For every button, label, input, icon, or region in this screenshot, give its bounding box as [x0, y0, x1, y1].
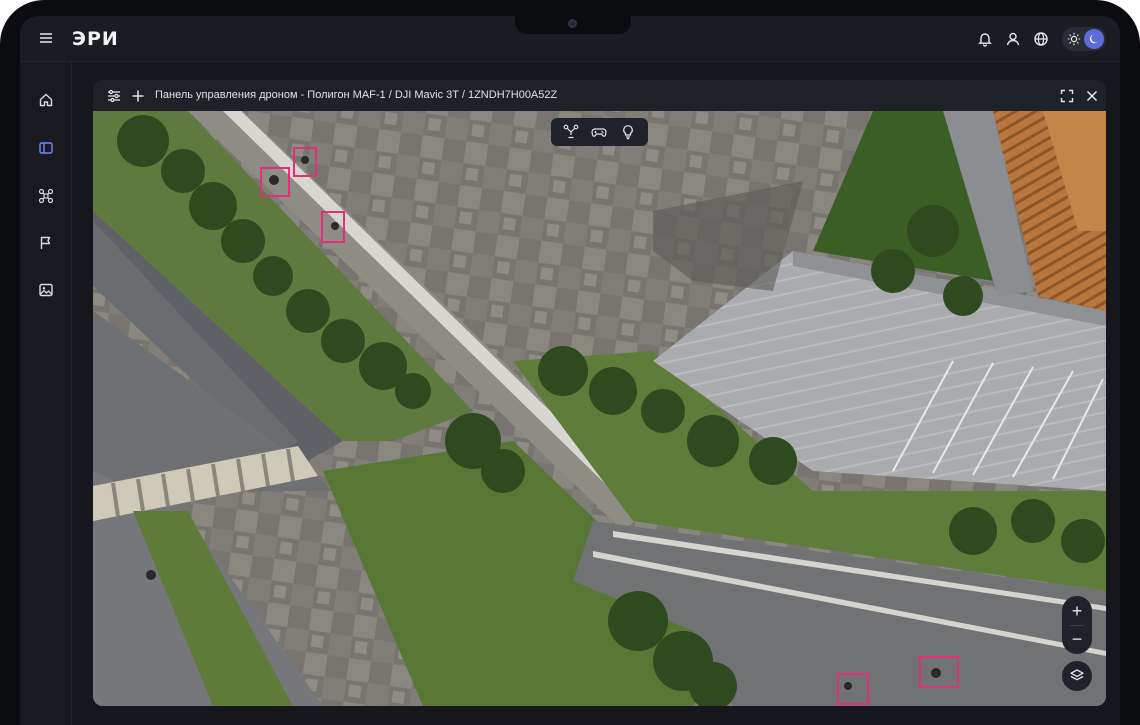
panel-title: Панель управления дроном - Полигон MAF-1…	[155, 89, 558, 101]
gamepad-icon[interactable]	[590, 123, 608, 141]
user-icon[interactable]	[1004, 30, 1022, 48]
detection-box[interactable]	[837, 673, 869, 705]
detection-box[interactable]	[293, 147, 317, 177]
settings-sliders-icon[interactable]	[106, 88, 122, 104]
image-icon[interactable]	[36, 280, 56, 300]
flag-icon[interactable]	[36, 233, 56, 253]
theme-toggle[interactable]	[1062, 27, 1106, 51]
panel-icon[interactable]	[36, 138, 56, 158]
home-icon[interactable]	[36, 90, 56, 110]
screen: ЭРИ Панель управления дроном - Полигон M…	[20, 16, 1120, 725]
bell-icon[interactable]	[976, 30, 994, 48]
map-toolbar	[551, 118, 648, 146]
drone-control-panel: Панель управления дроном - Полигон MAF-1…	[93, 80, 1106, 706]
app-logo[interactable]: ЭРИ	[72, 28, 119, 50]
camera-dot	[568, 19, 577, 28]
add-icon[interactable]	[130, 88, 146, 104]
fullscreen-icon[interactable]	[1059, 88, 1075, 104]
drone-icon[interactable]	[562, 123, 580, 141]
camera-notch	[515, 16, 631, 34]
zoom-in-button[interactable]: +	[1062, 597, 1092, 625]
panel-header: Панель управления дроном - Полигон MAF-1…	[93, 80, 1106, 111]
close-icon[interactable]	[1084, 88, 1100, 104]
detection-box[interactable]	[260, 167, 290, 197]
sun-icon	[1066, 31, 1082, 47]
detection-box[interactable]	[321, 211, 345, 243]
sidebar	[20, 62, 72, 725]
menu-icon[interactable]	[38, 30, 54, 46]
lightbulb-icon[interactable]	[619, 123, 637, 141]
zoom-control: + −	[1062, 596, 1092, 654]
moon-icon	[1084, 29, 1104, 49]
drone-camera-view[interactable]: + −	[93, 111, 1106, 706]
detection-box[interactable]	[919, 656, 959, 688]
laptop-frame: ЭРИ Панель управления дроном - Полигон M…	[0, 0, 1140, 725]
aerial-image	[93, 111, 1106, 706]
layers-icon[interactable]	[1062, 661, 1092, 691]
top-actions	[976, 26, 1106, 52]
zoom-out-button[interactable]: −	[1062, 625, 1092, 653]
drone-icon[interactable]	[36, 186, 56, 206]
globe-icon[interactable]	[1032, 30, 1050, 48]
